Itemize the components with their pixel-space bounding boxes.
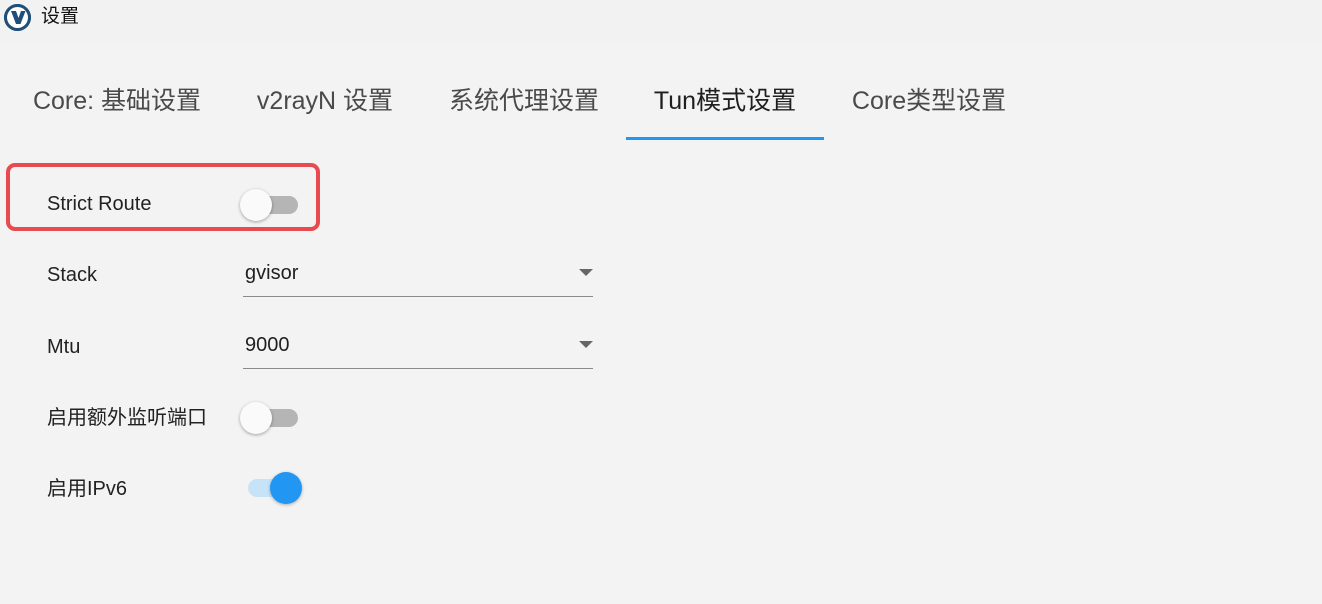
chevron-down-icon [579,341,593,348]
tab-tun-mode-settings[interactable]: Tun模式设置 [626,62,824,140]
tab-v2rayn-settings[interactable]: v2rayN 设置 [248,62,402,140]
toggle-thumb [240,189,272,221]
chevron-down-icon [579,269,593,276]
toggle-thumb [240,402,272,434]
active-tab-indicator [626,137,824,140]
extra-listen-port-toggle[interactable] [240,400,300,436]
mtu-select[interactable]: 9000 [243,328,593,369]
strict-route-label: Strict Route [47,193,152,215]
window-title: 设置 [41,6,80,27]
v2rayn-logo-icon [4,4,31,31]
tab-system-proxy-settings[interactable]: 系统代理设置 [444,62,604,140]
stack-select[interactable]: gvisor [243,256,593,297]
ipv6-label: 启用IPv6 [47,478,128,500]
mtu-select-value: 9000 [245,334,290,356]
ipv6-toggle[interactable] [242,470,302,506]
tab-core-basic-settings[interactable]: Core: 基础设置 [26,62,208,140]
strict-route-toggle[interactable] [240,187,300,223]
mtu-label: Mtu [47,336,81,358]
stack-label: Stack [47,264,98,286]
stack-select-value: gvisor [245,262,299,284]
toggle-thumb [270,472,302,504]
extra-listen-port-label: 启用额外监听端口 [47,407,207,429]
title-bar: 设置 [0,0,1322,38]
tab-core-type-settings[interactable]: Core类型设置 [846,62,1012,140]
